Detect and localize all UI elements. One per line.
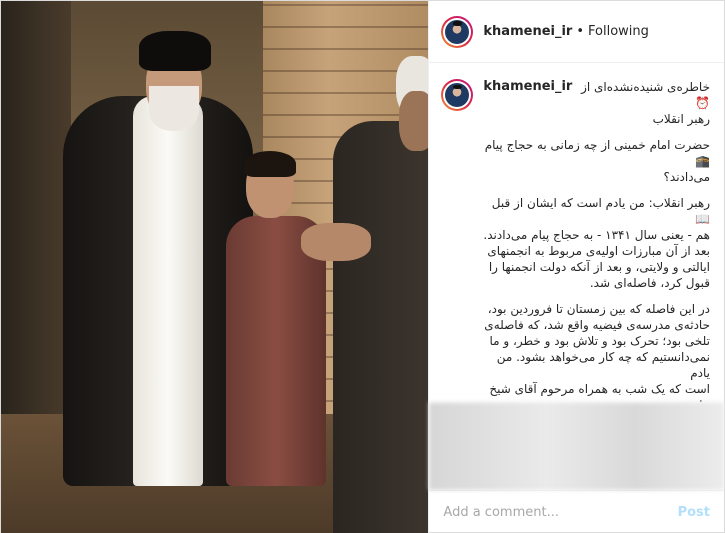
photo-boy-hair xyxy=(244,151,296,177)
photo-hands xyxy=(301,223,371,261)
following-button[interactable]: Following xyxy=(588,24,649,39)
instagram-post: khamenei_ir • Following khamenei_ir خاطر… xyxy=(0,0,725,533)
comment-input[interactable] xyxy=(443,505,678,520)
post-photo[interactable] xyxy=(1,1,429,533)
caption-username[interactable]: khamenei_ir xyxy=(483,79,572,95)
photo-cleric-garment xyxy=(133,96,203,486)
post-button[interactable]: Post xyxy=(678,505,710,520)
comment-bar: Post xyxy=(429,490,724,533)
caption-paragraph-1: رهبر انقلاب: من یادم است که ایشان از قبل… xyxy=(483,196,710,290)
post-side-panel: khamenei_ir • Following khamenei_ir خاطر… xyxy=(428,1,724,533)
photo-cleric-turban xyxy=(139,31,211,71)
photo-right-face xyxy=(399,91,429,151)
caption-area: khamenei_ir خاطره‌ی شنیده‌نشده‌ای از⏰ ره… xyxy=(429,63,724,402)
caption-row: khamenei_ir خاطره‌ی شنیده‌نشده‌ای از⏰ ره… xyxy=(441,79,710,402)
caption-title: خاطره‌ی شنیده‌نشده‌ای از⏰ رهبر انقلاب xyxy=(581,80,710,126)
avatar-ring xyxy=(443,17,472,46)
post-header: khamenei_ir • Following xyxy=(429,1,724,63)
photo-right-figure xyxy=(333,121,429,533)
avatar[interactable] xyxy=(441,15,474,48)
avatar-image xyxy=(445,19,470,44)
caption-avatar-ring xyxy=(443,81,472,109)
caption-body: khamenei_ir خاطره‌ی شنیده‌نشده‌ای از⏰ ره… xyxy=(483,79,710,402)
header-separator: • xyxy=(576,24,585,39)
caption-question: حضرت امام خمینی از چه زمانی به حجاج پیام… xyxy=(484,138,710,184)
caption-paragraph-2: در این فاصله که بین زمستان تا فروردین بو… xyxy=(484,302,710,402)
caption-avatar-image xyxy=(445,83,470,107)
actions-blurred-area xyxy=(429,402,724,490)
caption-avatar[interactable] xyxy=(441,79,474,111)
header-username[interactable]: khamenei_ir xyxy=(483,24,572,39)
photo-cleric-beard xyxy=(149,86,199,131)
